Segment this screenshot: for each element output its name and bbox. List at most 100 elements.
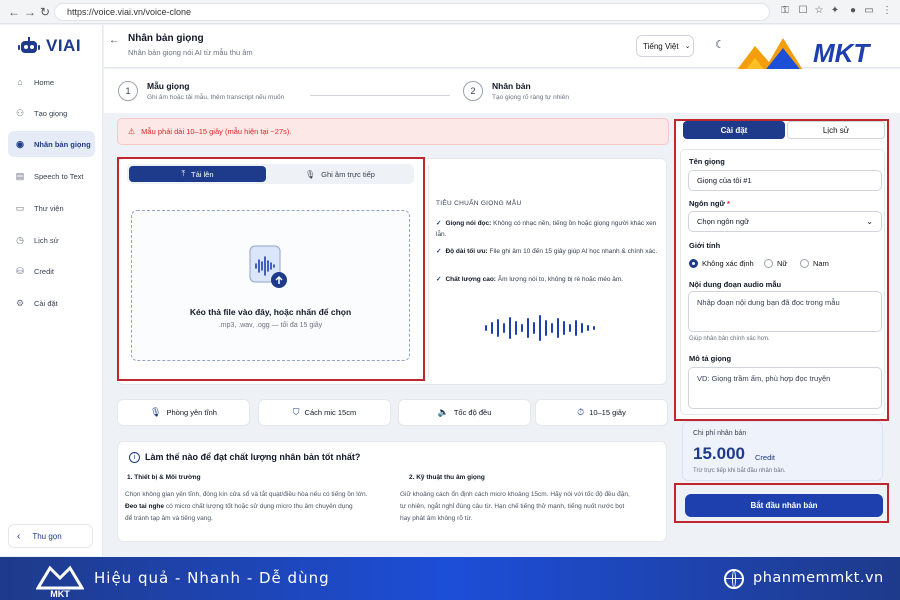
sidebar-item-label: Home (34, 77, 55, 87)
standard-item: ✓ Giọng nói đọc: Không có nhạc nền, tiếng… (436, 220, 657, 238)
sidebar-item-credit[interactable]: ⛁ Credit (8, 258, 95, 284)
tips-heading: 1. Thiết bị & Môi trường (127, 474, 201, 481)
sidebar-item-library[interactable]: ▭ Thư viện (8, 195, 95, 221)
profile-icon[interactable]: ● (846, 4, 860, 18)
alert-text: Mẫu phải dài 10–15 giây (mẫu hiện tại ~2… (141, 127, 292, 136)
chevron-left-icon: ‹ (17, 530, 21, 542)
tip-pill-quiet-room: 🎙 Phòng yên tĩnh (117, 399, 250, 426)
sidebar-item-label: Tạo giọng (34, 108, 68, 118)
collapse-label: Thu gọn (32, 531, 62, 541)
extensions-icon[interactable]: ✦ (828, 4, 842, 18)
sidebar-item-label: Credit (34, 266, 55, 276)
waveform-icon (485, 315, 595, 341)
standards-title: TIÊU CHUẨN GIỌNG MẪU (436, 200, 522, 207)
document-icon: ▤ (15, 171, 25, 181)
highlight-box-start-button (674, 483, 889, 523)
brand-name: VIAI (46, 36, 82, 55)
forward-arrow-icon[interactable]: → (22, 4, 38, 20)
folder-icon: ▭ (15, 203, 25, 213)
svg-text:MKT: MKT (813, 38, 871, 68)
banner-slogan: Hiệu quả - Nhanh - Dễ dùng (94, 569, 330, 587)
standard-item: ✓ Độ dài tối ưu: File ghi âm 10 đến 15 gi… (436, 248, 658, 255)
tips-title: Làm thế nào để đạt chất lượng nhân bản t… (145, 452, 361, 462)
divider (428, 165, 429, 377)
tip-pill-mic-distance: ⛉ Cách mic 15cm (258, 399, 391, 426)
history-icon: ◷ (16, 235, 24, 245)
stepper (104, 69, 900, 113)
step-title: Nhân bản (492, 81, 531, 91)
check-icon: ✓ (436, 220, 442, 227)
brand-logo[interactable]: VIAI (18, 36, 81, 56)
highlight-box-upload (117, 157, 425, 381)
cost-note: Trừ trực tiếp khi bắt đầu nhân bản. (693, 468, 786, 474)
sidebar-item-create-voice[interactable]: ⚇ Tạo giọng (8, 100, 95, 126)
step-desc: Tạo giọng rõ ràng tự nhiên (492, 94, 569, 101)
stopwatch-icon: ⏱ (577, 407, 585, 417)
collapse-sidebar-button[interactable]: ‹ Thu gọn (8, 524, 93, 548)
pill-label: Cách mic 15cm (304, 408, 357, 417)
page-title: Nhân bản giọng (128, 33, 204, 44)
robot-logo-icon (18, 37, 40, 53)
page-subtitle: Nhân bản giọng nói AI từ mẫu thu âm (128, 48, 253, 57)
check-icon: ✓ (436, 248, 442, 255)
menu-dots-icon[interactable]: ⋮ (880, 4, 894, 18)
step-title: Mẫu giọng (147, 81, 190, 91)
language-value: Tiếng Việt (643, 41, 679, 51)
coins-icon: ⛁ (16, 266, 24, 276)
banner-website[interactable]: phanmemmkt.vn (753, 570, 884, 586)
chevron-down-icon: ⌄ (684, 43, 691, 50)
cost-unit: Credit (755, 453, 776, 462)
mkt-banner-logo: MKT (36, 565, 84, 598)
reload-icon[interactable]: ↻ (37, 4, 53, 20)
language-select[interactable]: Tiếng Việt ⌄ (636, 35, 694, 57)
sidebar-item-label: Nhân bản giọng (34, 139, 91, 149)
clone-voice-icon: ◉ (16, 139, 24, 149)
key-icon[interactable]: ⚿ (778, 4, 792, 18)
tip-pill-duration: ⏱ 10–15 giây (535, 399, 668, 426)
sidebar-item-label: Lịch sử (34, 235, 59, 245)
collections-icon[interactable]: ▭ (862, 4, 876, 18)
sidebar-item-label: Thư viện (34, 203, 64, 213)
browser-toolbar: ← → ↻ https://voice.viai.vn/voice-clone … (0, 0, 900, 24)
tips-text: Giữ khoảng cách ổn định cách micro khoản… (400, 491, 630, 522)
back-arrow-icon[interactable]: ← (6, 4, 22, 20)
users-icon: ⚇ (15, 108, 25, 118)
info-icon: i (129, 452, 140, 463)
svg-text:MKT: MKT (50, 589, 70, 598)
back-arrow-icon[interactable]: ← (109, 35, 119, 46)
cost-label: Chi phí nhân bản (693, 430, 747, 437)
warning-icon: ⚠ (128, 127, 136, 136)
microphone-icon: 🎙 (150, 407, 162, 417)
speaker-icon: 🔈 (437, 407, 449, 417)
tips-text: Chọn không gian yên tĩnh, đóng kín cửa s… (125, 491, 368, 522)
error-alert: ⚠ Mẫu phải dài 10–15 giây (mẫu hiện tại … (117, 118, 669, 145)
pill-label: 10–15 giây (589, 408, 626, 417)
sidebar-item-label: Speech to Text (34, 171, 84, 181)
url-bar[interactable]: https://voice.viai.vn/voice-clone (54, 3, 770, 21)
highlight-box-settings (674, 119, 889, 421)
step-connector (310, 95, 450, 96)
cost-value: 15.000 (693, 444, 745, 463)
shield-icon: ⛉ (292, 407, 300, 417)
gear-icon: ⚙ (15, 298, 25, 308)
dark-mode-toggle-icon[interactable]: ☾ (715, 38, 725, 51)
step-desc: Ghi âm hoặc tải mẫu, thêm transcript nếu… (147, 94, 285, 101)
check-icon: ✓ (436, 276, 442, 283)
step-number: 2 (463, 81, 483, 101)
sidebar-item-settings[interactable]: ⚙ Cài đặt (8, 290, 95, 316)
pill-label: Phòng yên tĩnh (166, 408, 217, 417)
sidebar-item-history[interactable]: ◷ Lịch sử (8, 227, 95, 253)
globe-icon (724, 569, 744, 589)
sidebar-item-speech-to-text[interactable]: ▤ Speech to Text (8, 163, 95, 189)
star-icon[interactable]: ☆ (812, 4, 826, 18)
bookmark-icon[interactable]: ☐ (796, 4, 810, 18)
tip-pill-steady-speed: 🔈 Tốc độ đều (398, 399, 531, 426)
sidebar-item-voice-clone[interactable]: ◉ Nhân bản giọng (8, 131, 95, 157)
pill-label: Tốc độ đều (453, 408, 492, 417)
sidebar-item-label: Cài đặt (34, 298, 58, 308)
home-icon: ⌂ (17, 77, 23, 87)
sidebar-item-home[interactable]: ⌂ Home (8, 69, 95, 95)
tips-heading: 2. Kỹ thuật thu âm giọng (409, 474, 485, 481)
standard-item: ✓ Chất lượng cao: Âm lượng nói to, không … (436, 276, 624, 283)
step-number: 1 (118, 81, 138, 101)
